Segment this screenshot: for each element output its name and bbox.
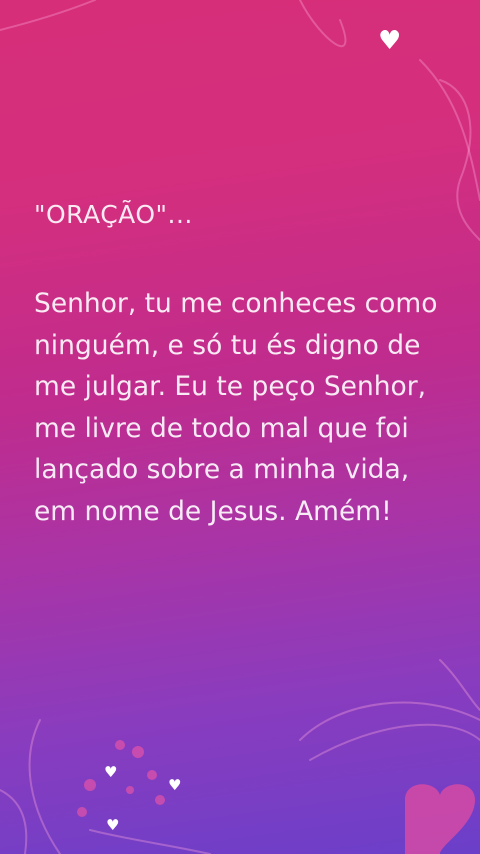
prayer-text: Senhor, tu me conheces como ninguém, e s… bbox=[34, 288, 438, 527]
heart-icon: ♥ bbox=[104, 763, 118, 781]
heart-icon: ♥ bbox=[378, 26, 402, 56]
heart-icon: ♥ bbox=[168, 776, 182, 794]
prayer-title: "ORAÇÃO"... bbox=[34, 200, 193, 229]
heart-icon: ♥ bbox=[106, 816, 120, 834]
